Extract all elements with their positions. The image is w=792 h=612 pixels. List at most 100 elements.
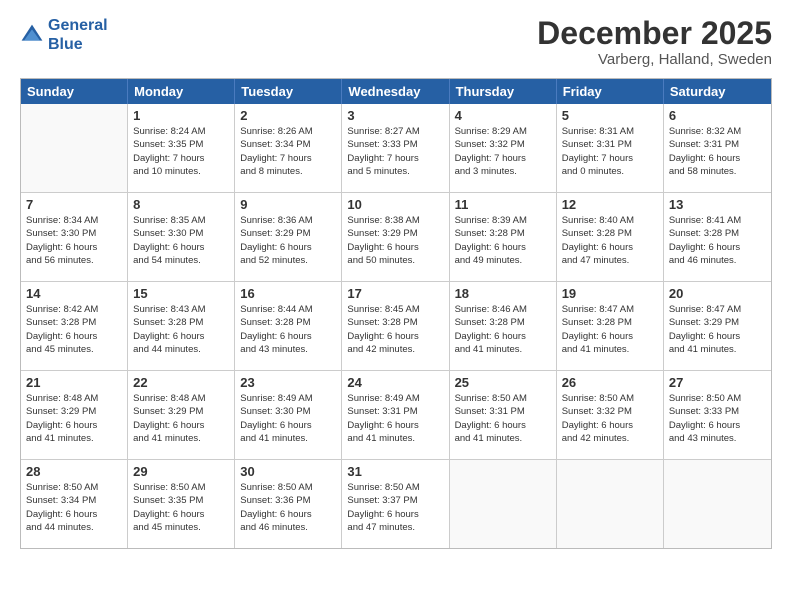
day-number: 2 <box>240 108 336 123</box>
logo-text: General Blue <box>48 16 108 54</box>
day-number: 30 <box>240 464 336 479</box>
day-number: 5 <box>562 108 658 123</box>
day-info: Sunrise: 8:27 AM Sunset: 3:33 PM Dayligh… <box>347 125 443 178</box>
day-info: Sunrise: 8:50 AM Sunset: 3:37 PM Dayligh… <box>347 481 443 534</box>
day-number: 25 <box>455 375 551 390</box>
calendar-cell: 9 Sunrise: 8:36 AM Sunset: 3:29 PM Daylig… <box>235 193 342 281</box>
calendar-week-row: 21 Sunrise: 8:48 AM Sunset: 3:29 PM Dayli… <box>21 371 771 460</box>
day-info: Sunrise: 8:50 AM Sunset: 3:36 PM Dayligh… <box>240 481 336 534</box>
calendar-cell: 16 Sunrise: 8:44 AM Sunset: 3:28 PM Dayli… <box>235 282 342 370</box>
calendar-cell <box>557 460 664 548</box>
title-block: December 2025 Varberg, Halland, Sweden <box>537 16 772 68</box>
calendar-day-header: Friday <box>557 79 664 104</box>
day-number: 21 <box>26 375 122 390</box>
day-number: 15 <box>133 286 229 301</box>
calendar-cell: 25 Sunrise: 8:50 AM Sunset: 3:31 PM Dayli… <box>450 371 557 459</box>
page: General Blue December 2025 Varberg, Hall… <box>0 0 792 612</box>
calendar-cell: 7 Sunrise: 8:34 AM Sunset: 3:30 PM Daylig… <box>21 193 128 281</box>
calendar-cell: 4Sunrise: 8:29 AM Sunset: 3:32 PM Daylig… <box>450 104 557 192</box>
calendar-cell: 31 Sunrise: 8:50 AM Sunset: 3:37 PM Dayli… <box>342 460 449 548</box>
day-number: 14 <box>26 286 122 301</box>
day-info: Sunrise: 8:43 AM Sunset: 3:28 PM Dayligh… <box>133 303 229 356</box>
subtitle: Varberg, Halland, Sweden <box>537 51 772 68</box>
day-number: 16 <box>240 286 336 301</box>
calendar-cell: 21 Sunrise: 8:48 AM Sunset: 3:29 PM Dayli… <box>21 371 128 459</box>
calendar-day-header: Thursday <box>450 79 557 104</box>
day-info: Sunrise: 8:34 AM Sunset: 3:30 PM Dayligh… <box>26 214 122 267</box>
day-info: Sunrise: 8:38 AM Sunset: 3:29 PM Dayligh… <box>347 214 443 267</box>
calendar-day-header: Saturday <box>664 79 771 104</box>
calendar-cell: 1 Sunrise: 8:24 AM Sunset: 3:35 PM Daylig… <box>128 104 235 192</box>
day-info: Sunrise: 8:36 AM Sunset: 3:29 PM Dayligh… <box>240 214 336 267</box>
day-number: 6 <box>669 108 766 123</box>
day-number: 9 <box>240 197 336 212</box>
day-number: 19 <box>562 286 658 301</box>
day-info: Sunrise: 8:47 AM Sunset: 3:28 PM Dayligh… <box>562 303 658 356</box>
calendar-cell: 30 Sunrise: 8:50 AM Sunset: 3:36 PM Dayli… <box>235 460 342 548</box>
day-info: Sunrise: 8:49 AM Sunset: 3:31 PM Dayligh… <box>347 392 443 445</box>
calendar-cell: 20Sunrise: 8:47 AM Sunset: 3:29 PM Dayli… <box>664 282 771 370</box>
calendar: SundayMondayTuesdayWednesdayThursdayFrid… <box>20 78 772 549</box>
day-info: Sunrise: 8:45 AM Sunset: 3:28 PM Dayligh… <box>347 303 443 356</box>
calendar-week-row: 7 Sunrise: 8:34 AM Sunset: 3:30 PM Daylig… <box>21 193 771 282</box>
day-number: 13 <box>669 197 766 212</box>
day-number: 31 <box>347 464 443 479</box>
calendar-cell: 10Sunrise: 8:38 AM Sunset: 3:29 PM Dayli… <box>342 193 449 281</box>
calendar-cell: 23 Sunrise: 8:49 AM Sunset: 3:30 PM Dayli… <box>235 371 342 459</box>
day-number: 12 <box>562 197 658 212</box>
calendar-cell: 15 Sunrise: 8:43 AM Sunset: 3:28 PM Dayli… <box>128 282 235 370</box>
day-number: 29 <box>133 464 229 479</box>
day-number: 7 <box>26 197 122 212</box>
calendar-cell <box>664 460 771 548</box>
logo: General Blue <box>20 16 108 54</box>
calendar-day-header: Sunday <box>21 79 128 104</box>
day-info: Sunrise: 8:24 AM Sunset: 3:35 PM Dayligh… <box>133 125 229 178</box>
day-info: Sunrise: 8:49 AM Sunset: 3:30 PM Dayligh… <box>240 392 336 445</box>
calendar-cell: 29 Sunrise: 8:50 AM Sunset: 3:35 PM Dayli… <box>128 460 235 548</box>
day-info: Sunrise: 8:29 AM Sunset: 3:32 PM Dayligh… <box>455 125 551 178</box>
day-info: Sunrise: 8:50 AM Sunset: 3:33 PM Dayligh… <box>669 392 766 445</box>
day-number: 22 <box>133 375 229 390</box>
day-number: 27 <box>669 375 766 390</box>
calendar-cell: 27 Sunrise: 8:50 AM Sunset: 3:33 PM Dayli… <box>664 371 771 459</box>
day-info: Sunrise: 8:41 AM Sunset: 3:28 PM Dayligh… <box>669 214 766 267</box>
calendar-cell: 19 Sunrise: 8:47 AM Sunset: 3:28 PM Dayli… <box>557 282 664 370</box>
calendar-cell <box>450 460 557 548</box>
day-info: Sunrise: 8:50 AM Sunset: 3:32 PM Dayligh… <box>562 392 658 445</box>
day-info: Sunrise: 8:35 AM Sunset: 3:30 PM Dayligh… <box>133 214 229 267</box>
calendar-cell: 12 Sunrise: 8:40 AM Sunset: 3:28 PM Dayli… <box>557 193 664 281</box>
calendar-cell <box>21 104 128 192</box>
logo-icon <box>20 23 44 47</box>
day-info: Sunrise: 8:42 AM Sunset: 3:28 PM Dayligh… <box>26 303 122 356</box>
calendar-cell: 14 Sunrise: 8:42 AM Sunset: 3:28 PM Dayli… <box>21 282 128 370</box>
day-info: Sunrise: 8:40 AM Sunset: 3:28 PM Dayligh… <box>562 214 658 267</box>
day-info: Sunrise: 8:32 AM Sunset: 3:31 PM Dayligh… <box>669 125 766 178</box>
day-info: Sunrise: 8:44 AM Sunset: 3:28 PM Dayligh… <box>240 303 336 356</box>
calendar-day-header: Monday <box>128 79 235 104</box>
calendar-cell: 6 Sunrise: 8:32 AM Sunset: 3:31 PM Daylig… <box>664 104 771 192</box>
calendar-day-header: Tuesday <box>235 79 342 104</box>
day-number: 23 <box>240 375 336 390</box>
day-info: Sunrise: 8:50 AM Sunset: 3:35 PM Dayligh… <box>133 481 229 534</box>
day-number: 28 <box>26 464 122 479</box>
calendar-cell: 8 Sunrise: 8:35 AM Sunset: 3:30 PM Daylig… <box>128 193 235 281</box>
day-info: Sunrise: 8:39 AM Sunset: 3:28 PM Dayligh… <box>455 214 551 267</box>
day-info: Sunrise: 8:46 AM Sunset: 3:28 PM Dayligh… <box>455 303 551 356</box>
day-info: Sunrise: 8:50 AM Sunset: 3:34 PM Dayligh… <box>26 481 122 534</box>
day-info: Sunrise: 8:48 AM Sunset: 3:29 PM Dayligh… <box>26 392 122 445</box>
calendar-cell: 18Sunrise: 8:46 AM Sunset: 3:28 PM Dayli… <box>450 282 557 370</box>
calendar-body: 1 Sunrise: 8:24 AM Sunset: 3:35 PM Daylig… <box>21 104 771 548</box>
calendar-week-row: 1 Sunrise: 8:24 AM Sunset: 3:35 PM Daylig… <box>21 104 771 193</box>
day-number: 8 <box>133 197 229 212</box>
calendar-cell: 26 Sunrise: 8:50 AM Sunset: 3:32 PM Dayli… <box>557 371 664 459</box>
day-number: 1 <box>133 108 229 123</box>
calendar-header: SundayMondayTuesdayWednesdayThursdayFrid… <box>21 79 771 104</box>
day-number: 26 <box>562 375 658 390</box>
calendar-cell: 22Sunrise: 8:48 AM Sunset: 3:29 PM Dayli… <box>128 371 235 459</box>
main-title: December 2025 <box>537 16 772 51</box>
calendar-cell: 17Sunrise: 8:45 AM Sunset: 3:28 PM Dayli… <box>342 282 449 370</box>
day-info: Sunrise: 8:26 AM Sunset: 3:34 PM Dayligh… <box>240 125 336 178</box>
day-number: 3 <box>347 108 443 123</box>
day-info: Sunrise: 8:50 AM Sunset: 3:31 PM Dayligh… <box>455 392 551 445</box>
calendar-cell: 5Sunrise: 8:31 AM Sunset: 3:31 PM Daylig… <box>557 104 664 192</box>
